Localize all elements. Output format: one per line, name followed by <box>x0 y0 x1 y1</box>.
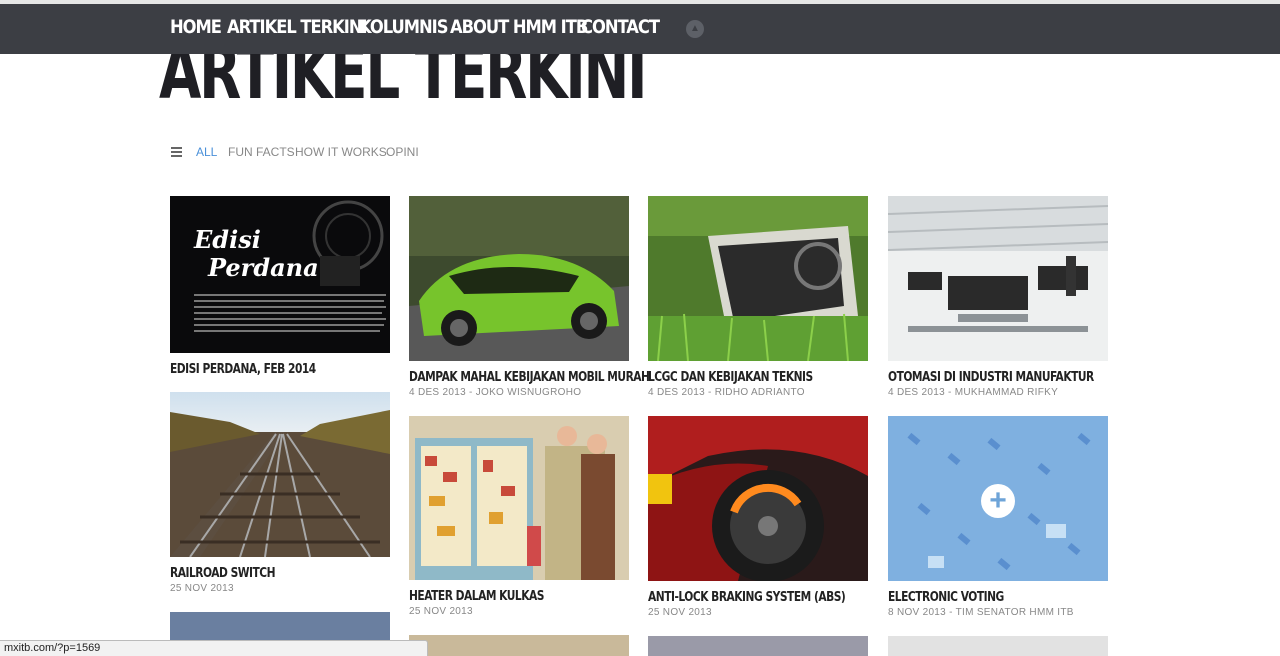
article-thumbnail[interactable] <box>170 392 390 557</box>
cover-text-perdana: Perdana <box>207 253 319 282</box>
chevron-up-icon[interactable]: ▲ <box>686 20 704 38</box>
article-thumbnail[interactable] <box>409 196 629 361</box>
article-meta: 25 NOV 2013 <box>170 583 234 594</box>
nav-kolumnis[interactable]: KOLUMNIS <box>359 16 448 38</box>
article-card[interactable]: LCGC DAN KEBIJAKAN TEKNIS 4 DES 2013 - R… <box>648 196 868 398</box>
article-title[interactable]: ANTI-LOCK BRAKING SYSTEM (ABS) <box>648 590 846 605</box>
nav-contact[interactable]: CONTACT <box>581 16 660 38</box>
article-thumbnail[interactable] <box>888 196 1108 361</box>
article-meta: 4 DES 2013 - MUKHAMMAD RIFKY <box>888 387 1059 398</box>
article-card[interactable]: RAILROAD SWITCH 25 NOV 2013 <box>170 392 390 594</box>
article-card[interactable]: + ELECTRONIC VOTING 8 NOV 2013 - TIM SEN… <box>888 416 1108 618</box>
filter-fun-facts[interactable]: FUN FACTS <box>228 145 295 159</box>
article-title[interactable]: EDISI PERDANA, FEB 2014 <box>170 362 350 377</box>
article-meta: 25 NOV 2013 <box>409 606 473 617</box>
article-title[interactable]: OTOMASI DI INDUSTRI MANUFAKTUR <box>888 370 1094 385</box>
article-meta: 8 NOV 2013 - TIM SENATOR HMM ITB <box>888 607 1074 618</box>
article-title[interactable]: DAMPAK MAHAL KEBIJAKAN MOBIL MURAH <box>409 370 650 385</box>
article-meta: 25 NOV 2013 <box>648 607 712 618</box>
plus-icon[interactable]: + <box>981 484 1015 518</box>
filter-all[interactable]: ALL <box>196 145 217 159</box>
article-card[interactable] <box>409 635 629 656</box>
menu-icon <box>171 147 182 157</box>
article-card[interactable]: ANTI-LOCK BRAKING SYSTEM (ABS) 25 NOV 20… <box>648 416 868 618</box>
article-card[interactable]: DAMPAK MAHAL KEBIJAKAN MOBIL MURAH 4 DES… <box>409 196 650 398</box>
article-thumbnail[interactable] <box>409 635 629 656</box>
article-thumbnail[interactable]: Edisi Perdana <box>170 196 390 353</box>
article-card[interactable]: HEATER DALAM KULKAS 25 NOV 2013 <box>409 416 629 617</box>
article-card[interactable] <box>888 636 1108 656</box>
nav-home[interactable]: HOME <box>170 16 222 38</box>
article-title[interactable]: ELECTRONIC VOTING <box>888 590 1068 605</box>
article-meta: 4 DES 2013 - JOKO WISNUGROHO <box>409 387 582 398</box>
browser-status-bar: mxitb.com/?p=1569 <box>0 640 428 656</box>
article-card[interactable] <box>648 636 868 656</box>
article-card[interactable]: Edisi Perdana EDISI PERDANA, FEB 2014 <box>170 196 390 377</box>
article-card[interactable]: OTOMASI DI INDUSTRI MANUFAKTUR 4 DES 201… <box>888 196 1108 398</box>
article-title[interactable]: RAILROAD SWITCH <box>170 566 350 581</box>
article-thumbnail[interactable] <box>409 416 629 580</box>
article-thumbnail[interactable] <box>888 636 1108 656</box>
cover-text-edisi: Edisi <box>193 225 261 254</box>
article-thumbnail[interactable] <box>648 636 868 656</box>
article-thumbnail[interactable] <box>648 416 868 581</box>
filter-opini[interactable]: OPINI <box>386 145 419 159</box>
main-nav: HOME ARTIKEL TERKINI KOLUMNIS ABOUT HMM … <box>0 4 1280 54</box>
article-title[interactable]: LCGC DAN KEBIJAKAN TEKNIS <box>648 370 828 385</box>
article-title[interactable]: HEATER DALAM KULKAS <box>409 589 589 604</box>
nav-about[interactable]: ABOUT HMM ITB <box>450 16 588 38</box>
filter-how-it-works[interactable]: HOW IT WORKS <box>295 145 387 159</box>
article-thumbnail[interactable] <box>648 196 868 361</box>
article-meta: 4 DES 2013 - RIDHO ADRIANTO <box>648 387 805 398</box>
nav-artikel-terkini[interactable]: ARTIKEL TERKINI <box>227 16 368 38</box>
article-thumbnail[interactable]: + <box>888 416 1108 581</box>
